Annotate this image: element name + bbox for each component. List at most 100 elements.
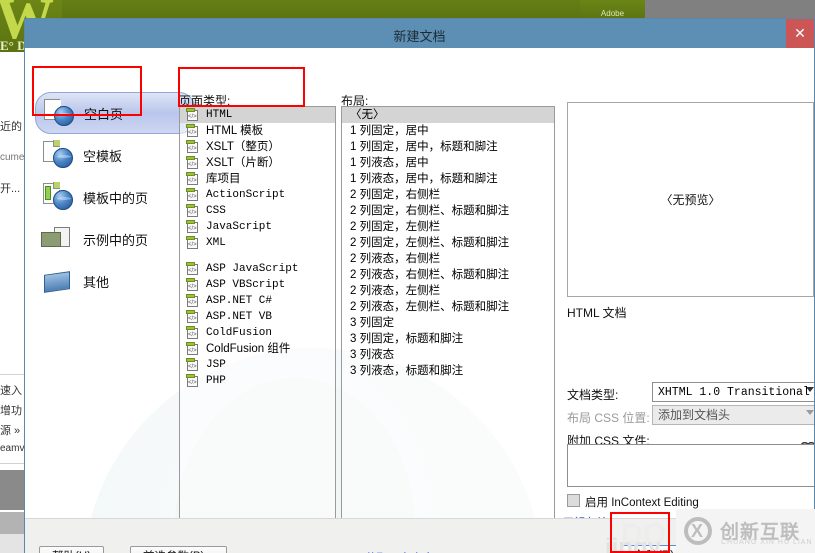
list-item-label: ColdFusion 组件: [206, 343, 291, 355]
list-item-label: ASP VBScript: [206, 279, 286, 291]
bg-text-document: cume: [0, 152, 25, 163]
list-item[interactable]: </> 库项目: [180, 171, 335, 187]
preferences-button[interactable]: 首选参数(P)...: [130, 546, 227, 553]
dialog-titlebar: 新建文档 ✕: [25, 19, 814, 48]
category-label: 空白页: [84, 106, 124, 122]
list-item[interactable]: 2 列固定，左侧栏: [342, 219, 554, 235]
bg-text-quickstart: 速入: [0, 385, 22, 397]
list-item[interactable]: </> XML: [180, 235, 335, 251]
list-item[interactable]: </> ASP JavaScript: [180, 261, 335, 277]
list-item[interactable]: 2 列液态，左侧栏、标题和脚注: [342, 299, 554, 315]
layout-listbox[interactable]: 〈无〉 1 列固定，居中 1 列固定，居中，标题和脚注 1 列液态，居中 1 列液态，居…: [341, 106, 555, 520]
list-item-label: ActionScript: [206, 189, 286, 201]
list-item[interactable]: 2 列固定，左侧栏、标题和脚注: [342, 235, 554, 251]
file-icon: </>: [186, 220, 200, 234]
list-item[interactable]: </> ActionScript: [180, 187, 335, 203]
file-icon: </>: [186, 188, 200, 202]
list-item[interactable]: 3 列液态: [342, 347, 554, 363]
list-item[interactable]: 1 列液态，居中: [342, 155, 554, 171]
file-icon: </>: [186, 236, 200, 250]
list-item-label: XSLT（整页）: [206, 141, 280, 153]
brand-x-icon: X: [691, 521, 704, 541]
list-item-label: 2 列固定，右侧栏、标题和脚注: [350, 205, 510, 217]
page-type-listbox[interactable]: </> HTML </> HTML 模板 </> XSLT（整页） </> XSLT（片断） <…: [179, 106, 336, 520]
doctype-value: XHTML 1.0 Transitional: [658, 386, 810, 399]
bg-divider-2: [0, 463, 24, 464]
category-label: 示例中的页: [83, 232, 149, 248]
list-item[interactable]: 2 列固定，右侧栏: [342, 187, 554, 203]
file-icon: </>: [186, 294, 200, 308]
list-item[interactable]: 2 列固定，右侧栏、标题和脚注: [342, 203, 554, 219]
attach-css-listbox[interactable]: [567, 444, 814, 487]
list-item[interactable]: 1 列固定，居中，标题和脚注: [342, 139, 554, 155]
list-item[interactable]: </> ASP VBScript: [180, 277, 335, 293]
sidebar-item-page-from-template[interactable]: 模板中的页: [35, 176, 195, 218]
bg-panel-light: [0, 534, 24, 553]
list-item[interactable]: 2 列液态，右侧栏: [342, 251, 554, 267]
blank-page-icon: [42, 98, 76, 128]
list-item-label: CSS: [206, 205, 226, 217]
page-from-template-icon: [41, 182, 75, 212]
sidebar-item-page-from-sample[interactable]: 示例中的页: [35, 218, 195, 260]
file-icon: </>: [186, 140, 200, 154]
file-icon: </>: [186, 374, 200, 388]
app-logo-subtitle: E° D: [0, 38, 27, 53]
preview-caption: HTML 文档: [567, 306, 627, 320]
layout-preview: 〈无预览〉: [567, 102, 814, 297]
brand-name-en: CHUANG XIN HU LIAN: [721, 539, 813, 546]
list-item[interactable]: </> HTML 模板: [180, 123, 335, 139]
help-button[interactable]: 帮助(H): [39, 546, 104, 553]
bg-divider-1: [0, 374, 24, 375]
sidebar-item-blank-page[interactable]: 空白页: [35, 92, 195, 134]
list-item[interactable]: </> ColdFusion: [180, 325, 335, 341]
bg-text-extend: 增功: [0, 405, 22, 417]
layout-css-row: 布局 CSS 位置:: [567, 407, 650, 427]
layout-css-select[interactable]: 添加到文档头: [652, 405, 814, 425]
app-green-banner: [0, 0, 645, 20]
file-icon: </>: [186, 108, 200, 122]
list-item[interactable]: </> CSS: [180, 203, 335, 219]
list-item[interactable]: 3 列液态，标题和脚注: [342, 363, 554, 379]
bg-text-resources: 源 »: [0, 425, 21, 437]
incontext-editing-checkbox[interactable]: [567, 494, 580, 507]
doctype-row: 文档类型:: [567, 384, 618, 404]
list-item-label: XSLT（片断）: [206, 157, 280, 169]
list-item-label: 3 列液态，标题和脚注: [350, 365, 464, 377]
file-icon: </>: [186, 172, 200, 186]
list-item-label: PHP: [206, 375, 226, 387]
list-item[interactable]: 1 列固定，居中: [342, 123, 554, 139]
list-item[interactable]: 3 列固定，标题和脚注: [342, 331, 554, 347]
list-item-label: HTML 模板: [206, 125, 264, 137]
list-item[interactable]: </> JSP: [180, 357, 335, 373]
list-item[interactable]: </> PHP: [180, 373, 335, 389]
screenshot-root: W E° D △ Adobe 近的 cume 开... 速入 增功 源 » ea…: [0, 0, 815, 553]
list-item-label: ASP.NET C#: [206, 295, 273, 307]
list-item[interactable]: 2 列液态，右侧栏、标题和脚注: [342, 267, 554, 283]
list-item[interactable]: </> JavaScript: [180, 219, 335, 235]
doctype-select[interactable]: XHTML 1.0 Transitional: [652, 382, 814, 402]
list-item[interactable]: </> ColdFusion 组件: [180, 341, 335, 357]
list-item[interactable]: </> XSLT（整页）: [180, 139, 335, 155]
bg-text-dreamweaver: eamv: [0, 443, 25, 454]
list-item-label: 库项目: [206, 173, 241, 185]
list-item[interactable]: </> ASP.NET C#: [180, 293, 335, 309]
close-icon[interactable]: ✕: [786, 19, 814, 48]
sidebar-item-other[interactable]: 其他: [35, 260, 195, 302]
doctype-label: 文档类型:: [567, 387, 619, 402]
list-item-label: 2 列固定，左侧栏、标题和脚注: [350, 237, 510, 249]
blank-template-icon: [41, 140, 75, 170]
sidebar-item-blank-template[interactable]: 空模板: [35, 134, 195, 176]
preview-placeholder-text: 〈无预览〉: [660, 193, 721, 207]
list-item[interactable]: </> HTML: [180, 107, 335, 123]
list-item[interactable]: 2 列液态，左侧栏: [342, 283, 554, 299]
list-item[interactable]: </> XSLT（片断）: [180, 155, 335, 171]
bg-panel-mid: [0, 512, 24, 534]
list-item[interactable]: 〈无〉: [342, 107, 554, 123]
list-item[interactable]: 1 列液态，居中，标题和脚注: [342, 171, 554, 187]
list-item[interactable]: </> ASP.NET VB: [180, 309, 335, 325]
file-icon: </>: [186, 124, 200, 138]
layout-css-label: 布局 CSS 位置:: [567, 410, 650, 425]
list-item[interactable]: 3 列固定: [342, 315, 554, 331]
other-icon: [41, 266, 75, 296]
